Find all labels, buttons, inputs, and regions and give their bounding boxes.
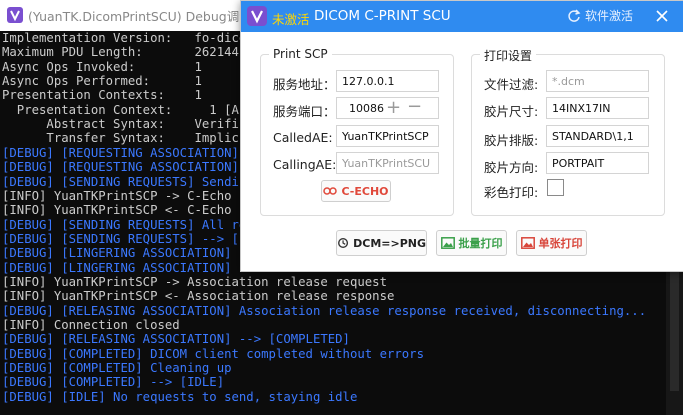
console-line: [DEBUG] [RELEASING ASSOCIATION] --> [COM… bbox=[2, 332, 350, 347]
film-orientation-field[interactable]: PORTPAIT bbox=[546, 152, 649, 174]
console-line: [INFO] YuanTKPrintSCP -> C-Echo re bbox=[2, 188, 254, 203]
c-echo-label: C-ECHO bbox=[341, 184, 389, 198]
console-line: Abstract Syntax: Verific bbox=[2, 117, 247, 132]
color-print-label: 彩色打印: bbox=[484, 185, 539, 200]
console-line: [DEBUG] [REQUESTING ASSOCIATION] A bbox=[2, 145, 254, 160]
console-line: [INFO] YuanTKPrintSCP <- C-Echo re bbox=[2, 203, 254, 218]
console-line: Maximum PDU Length: 262144 bbox=[2, 45, 239, 60]
image-icon bbox=[520, 237, 535, 249]
port-label: 服务端口： bbox=[273, 104, 336, 119]
dialog-title: DICOM C-PRINT SCU bbox=[314, 8, 451, 24]
console-line: [DEBUG] [LINGERING ASSOCIATION] Li bbox=[2, 246, 254, 261]
image-icon bbox=[440, 237, 455, 249]
film-size-field[interactable]: 14INX17IN bbox=[546, 97, 649, 119]
print-scp-group-title: Print SCP bbox=[269, 47, 332, 61]
calling-ae-label: CallingAE: bbox=[273, 157, 337, 172]
logo-icon bbox=[247, 6, 267, 26]
console-line: [DEBUG] [COMPLETED] Cleaning up bbox=[2, 361, 232, 376]
console-line: [DEBUG] [REQUESTING ASSOCIATION] - bbox=[2, 160, 254, 175]
convert-icon bbox=[338, 237, 349, 249]
activate-label: 软件激活 bbox=[585, 9, 634, 23]
console-line: [DEBUG] [RELEASING ASSOCIATION] Associat… bbox=[2, 303, 647, 318]
link-icon bbox=[323, 187, 338, 195]
console-line: [DEBUG] [SENDING REQUESTS] --> [LI bbox=[2, 231, 254, 246]
film-size-label: 胶片尺寸: bbox=[484, 104, 539, 119]
batch-print-button[interactable]: 批量打印 bbox=[436, 230, 507, 256]
plus-icon[interactable]: + bbox=[386, 99, 401, 117]
film-orientation-label: 胶片方向: bbox=[484, 160, 539, 175]
refresh-icon bbox=[568, 9, 581, 22]
logo-icon bbox=[7, 7, 23, 23]
single-print-label: 单张打印 bbox=[538, 237, 583, 250]
console-line: [DEBUG] [LINGERING ASSOCIATION] -- bbox=[2, 260, 254, 275]
calling-ae-field[interactable]: YuanTKPrintSCU bbox=[336, 152, 439, 174]
console-line: [INFO] YuanTKPrintSCP <- Association rel… bbox=[2, 289, 395, 304]
batch-print-label: 批量打印 bbox=[458, 237, 503, 250]
console-line: [DEBUG] [COMPLETED] DICOM client complet… bbox=[2, 346, 424, 361]
console-line: [INFO] Connection closed bbox=[2, 318, 180, 332]
console-line: [INFO] YuanTKPrintSCP -> Association rel… bbox=[2, 274, 387, 289]
filter-label: 文件过滤: bbox=[484, 77, 539, 92]
color-print-checkbox[interactable] bbox=[547, 179, 564, 196]
console-line: [DEBUG] [COMPLETED] --> [IDLE] bbox=[2, 375, 225, 390]
activate-button[interactable]: 软件激活 bbox=[567, 7, 633, 25]
console-line: Transfer Syntax: Implic bbox=[2, 131, 239, 146]
close-icon[interactable] bbox=[652, 6, 672, 26]
dcm-to-png-button[interactable]: DCM=>PNG bbox=[336, 230, 427, 256]
single-print-button[interactable]: 单张打印 bbox=[516, 230, 587, 256]
dcm-to-png-label: DCM=>PNG bbox=[353, 236, 426, 250]
console-line: Presentation Context: 1 [Acc bbox=[2, 102, 254, 117]
console-line: Async Ops Invoked: 1 bbox=[2, 59, 202, 74]
called-ae-label: CalledAE: bbox=[273, 130, 333, 145]
film-layout-field[interactable]: STANDARD\1,1 bbox=[546, 125, 649, 147]
dicom-print-dialog: 未激活 DICOM C-PRINT SCU 软件激活 Print SCP 服务地… bbox=[240, 0, 683, 272]
film-layout-label: 胶片排版: bbox=[484, 133, 539, 148]
console-line: [DEBUG] [IDLE] No requests to send, stay… bbox=[2, 389, 358, 404]
console-line: Implementation Version: fo-dicom bbox=[2, 31, 254, 45]
console-line: Async Ops Performed: 1 bbox=[2, 74, 202, 89]
called-ae-field[interactable]: YuanTKPrintSCP bbox=[336, 125, 439, 147]
filter-field[interactable]: *.dcm bbox=[546, 70, 649, 92]
console-line: Presentation Contexts: 1 bbox=[2, 88, 202, 103]
c-echo-button[interactable]: C-ECHO bbox=[321, 180, 391, 202]
print-settings-group-title: 打印设置 bbox=[480, 47, 537, 64]
minus-icon[interactable]: − bbox=[407, 98, 422, 116]
console-line: [DEBUG] [SENDING REQUESTS] All req bbox=[2, 217, 254, 232]
unactivated-badge: 未激活 bbox=[272, 12, 310, 27]
console-line: [DEBUG] [SENDING REQUESTS] Sending bbox=[2, 174, 254, 189]
address-label: 服务地址： bbox=[273, 77, 336, 92]
address-field[interactable]: 127.0.0.1 bbox=[336, 70, 439, 92]
dialog-titlebar: 未激活 DICOM C-PRINT SCU 软件激活 bbox=[241, 1, 683, 32]
